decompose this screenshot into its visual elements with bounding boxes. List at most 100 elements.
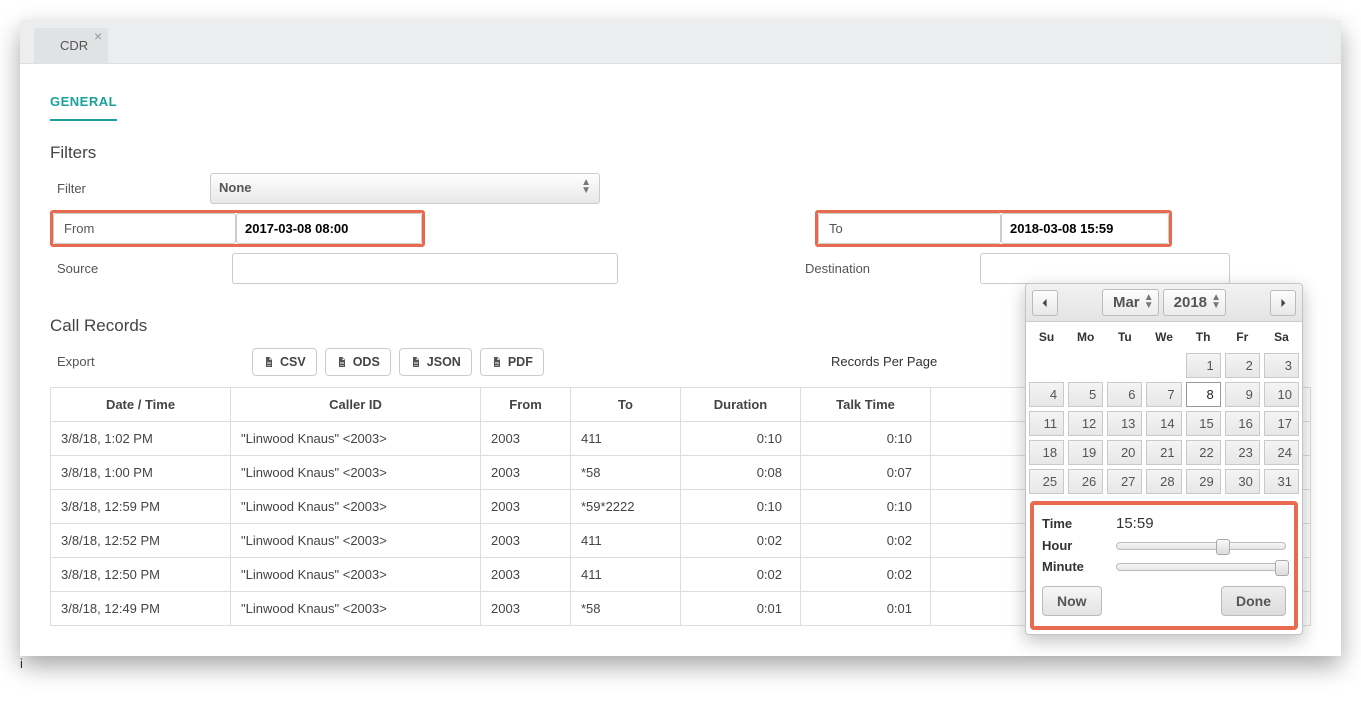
cell-to: *58 [571,592,681,626]
calendar-day[interactable]: 30 [1225,469,1260,494]
year-select[interactable]: 2018 ▲▼ [1163,289,1226,316]
calendar-day[interactable]: 11 [1029,411,1064,436]
calendar-day[interactable]: 24 [1264,440,1299,465]
calendar-day[interactable]: 12 [1068,411,1103,436]
cell-from: 2003 [481,456,571,490]
from-input[interactable] [236,213,422,244]
app-frame: CDR × GENERAL Filters Filter None ▲▼ [20,20,1341,656]
calendar-day[interactable]: 17 [1264,411,1299,436]
calendar-day[interactable]: 20 [1107,440,1142,465]
calendar-day[interactable]: 7 [1146,382,1181,407]
cell-callerid: "Linwood Knaus" <2003> [231,558,481,592]
file-icon [263,355,275,369]
done-button[interactable]: Done [1221,586,1286,616]
calendar-day[interactable]: 16 [1225,411,1260,436]
cell-callerid: "Linwood Knaus" <2003> [231,456,481,490]
col-duration[interactable]: Duration [681,388,801,422]
destination-input[interactable] [980,253,1230,284]
calendar-day[interactable]: 13 [1107,411,1142,436]
cell-talktime: 0:02 [801,524,931,558]
cell-from: 2003 [481,558,571,592]
hour-slider[interactable] [1116,542,1286,550]
close-icon[interactable]: × [94,28,102,44]
chevron-left-icon [1041,299,1049,307]
calendar-day[interactable]: 28 [1146,469,1181,494]
export-csv-button[interactable]: CSV [252,348,317,376]
cell-from: 2003 [481,422,571,456]
month-select[interactable]: Mar ▲▼ [1102,289,1159,316]
col-datetime[interactable]: Date / Time [51,388,231,422]
calendar-day[interactable]: 8 [1186,382,1221,407]
time-label: Time [1042,516,1098,531]
chevron-updown-icon: ▲▼ [1211,294,1221,310]
calendar-day[interactable]: 26 [1068,469,1103,494]
calendar-day[interactable]: 3 [1264,353,1299,378]
cell-duration: 0:02 [681,558,801,592]
time-panel-highlight: Time 15:59 Hour Minute Now Done [1030,501,1298,630]
chevron-right-icon [1279,299,1287,307]
calendar-day[interactable]: 22 [1186,440,1221,465]
calendar-day[interactable]: 23 [1225,440,1260,465]
filters-section: Filters Filter None ▲▼ From To [20,121,1341,294]
sub-tabs: GENERAL [20,64,1341,121]
minute-slider[interactable] [1116,563,1286,571]
cell-talktime: 0:10 [801,422,931,456]
col-callerid[interactable]: Caller ID [231,388,481,422]
calendar-day[interactable]: 31 [1264,469,1299,494]
file-icon [410,355,422,369]
export-ods-button[interactable]: ODS [325,348,391,376]
cell-from: 2003 [481,524,571,558]
chevron-updown-icon: ▲▼ [1144,294,1154,310]
prev-month-button[interactable] [1032,290,1058,316]
cell-duration: 0:10 [681,490,801,524]
calendar-day[interactable]: 29 [1186,469,1221,494]
cell-datetime: 3/8/18, 1:00 PM [51,456,231,490]
calendar-day[interactable]: 9 [1225,382,1260,407]
tab-cdr[interactable]: CDR × [34,28,108,63]
calendar-day[interactable]: 21 [1146,440,1181,465]
time-value: 15:59 [1116,515,1154,532]
tab-general[interactable]: GENERAL [50,84,117,121]
dow-header: Th [1185,324,1222,350]
calendar-day[interactable]: 2 [1225,353,1260,378]
cell-talktime: 0:01 [801,592,931,626]
cell-from: 2003 [481,592,571,626]
to-field-highlight: To [815,210,1172,247]
to-input[interactable] [1001,213,1169,244]
cell-callerid: "Linwood Knaus" <2003> [231,524,481,558]
export-json-button[interactable]: JSON [399,348,472,376]
filter-select[interactable]: None ▲▼ [210,173,600,204]
chevron-updown-icon: ▲▼ [581,179,591,195]
dow-header: Tu [1106,324,1143,350]
calendar-day[interactable]: 19 [1068,440,1103,465]
cell-duration: 0:10 [681,422,801,456]
cell-talktime: 0:10 [801,490,931,524]
filter-value: None [219,180,252,195]
next-month-button[interactable] [1270,290,1296,316]
minute-label: Minute [1042,559,1098,574]
col-from[interactable]: From [481,388,571,422]
cell-datetime: 3/8/18, 12:52 PM [51,524,231,558]
export-pdf-button[interactable]: PDF [480,348,544,376]
dow-header: Fr [1224,324,1261,350]
calendar-day[interactable]: 10 [1264,382,1299,407]
calendar-day[interactable]: 6 [1107,382,1142,407]
calendar-day[interactable]: 1 [1186,353,1221,378]
calendar-day[interactable]: 14 [1146,411,1181,436]
calendar-day[interactable]: 5 [1068,382,1103,407]
cell-to: 411 [571,558,681,592]
col-talktime[interactable]: Talk Time [801,388,931,422]
destination-label: Destination [798,253,980,284]
to-label: To [818,213,1001,244]
calendar-day[interactable]: 27 [1107,469,1142,494]
calendar-day[interactable]: 15 [1186,411,1221,436]
source-input[interactable] [232,253,618,284]
col-to[interactable]: To [571,388,681,422]
calendar-day[interactable]: 25 [1029,469,1064,494]
calendar-day[interactable]: 4 [1029,382,1064,407]
cell-datetime: 3/8/18, 1:02 PM [51,422,231,456]
now-button[interactable]: Now [1042,586,1102,616]
calendar-day[interactable]: 18 [1029,440,1064,465]
window-tabbar: CDR × [20,20,1341,63]
dow-header: We [1145,324,1182,350]
